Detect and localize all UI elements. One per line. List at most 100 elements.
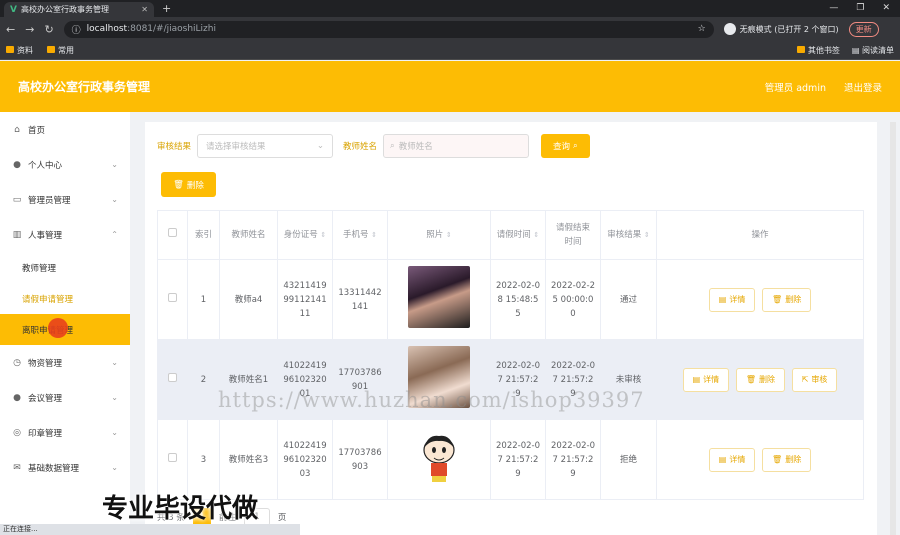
reading-list-icon: ▤ <box>851 45 862 55</box>
row-checkbox[interactable] <box>168 452 177 462</box>
app-header: 高校办公室行政事务管理 管理员 admin 退出登录 <box>0 61 900 112</box>
meeting-icon: ● <box>13 392 21 403</box>
forward-icon[interactable]: → <box>25 23 34 36</box>
sidebar-item-basic-data[interactable]: ✉ 基础数据管理 ⌄ <box>0 450 130 485</box>
box-icon: ◷ <box>13 357 21 368</box>
teacher-name-label: 教师姓名 <box>343 142 378 152</box>
sidebar-item-admins[interactable]: ▭ 管理员管理 ⌄ <box>0 182 130 217</box>
cell-index: 1 <box>187 259 220 340</box>
cell-leave-start: 2022-02-08 15:48:55 <box>490 259 546 340</box>
chevron-up-icon: ⌃ <box>111 230 118 239</box>
teacher-name-input[interactable]: ⌕ 教师姓名 <box>383 134 530 158</box>
bookmark-folder-1[interactable]: 资料 <box>6 45 33 56</box>
leave-table: 索引 教师姓名 身份证号 ⇕ 手机号 ⇕ 照片 ⇕ 请假时间 ⇕ 请假结束时间 … <box>157 210 864 500</box>
header-photo[interactable]: 照片 ⇕ <box>387 210 491 260</box>
submenu-teachers[interactable]: 教师管理 <box>0 252 130 283</box>
delete-button[interactable]: 🗑 删除 <box>762 447 812 472</box>
sidebar-item-home[interactable]: ⌂ 首页 <box>0 112 130 147</box>
submenu-leave-requests[interactable]: 请假申请管理 <box>0 283 130 314</box>
row-checkbox[interactable] <box>168 372 177 382</box>
vue-logo-icon: V <box>10 4 17 15</box>
restore-icon[interactable]: ❐ <box>856 3 864 13</box>
sidebar-item-personnel[interactable]: ▥ 人事管理 ⌃ <box>0 217 130 252</box>
browser-tab[interactable]: V 高校办公室行政事务管理 ✕ <box>4 2 154 17</box>
header-leave-start[interactable]: 请假时间 ⇕ <box>490 210 546 260</box>
result-select[interactable]: 请选择审核结果 ⌄ <box>197 134 334 158</box>
back-icon[interactable]: ← <box>6 23 15 36</box>
reload-icon[interactable]: ↻ <box>44 23 53 36</box>
chevron-down-icon: ⌄ <box>111 195 118 204</box>
detail-button[interactable]: ▤ 详情 <box>708 447 756 472</box>
row-checkbox-cell <box>157 259 188 340</box>
header-actions: 操作 <box>656 210 864 260</box>
query-button[interactable]: 查询 ⌕ <box>541 134 590 158</box>
address-bar: ← → ↻ ⓘ localhost:8081/#/jiaoshiLizhi ☆ … <box>0 17 900 41</box>
delete-button[interactable]: 🗑 删除 <box>762 287 812 312</box>
cell-name: 教师a4 <box>219 259 278 340</box>
info-icon[interactable]: ⓘ <box>72 23 81 36</box>
teacher-photo <box>408 266 470 328</box>
chart-icon: ▥ <box>12 229 22 240</box>
delete-button[interactable]: 🗑 删除 <box>735 367 785 392</box>
row-checkbox[interactable] <box>168 292 177 302</box>
data-icon: ✉ <box>13 462 21 473</box>
new-tab-icon[interactable]: + <box>162 2 171 15</box>
cell-phone: 13311442141 <box>332 259 388 340</box>
incognito-label: 无痕模式 (已打开 2 个窗口) <box>739 24 839 34</box>
seal-icon: ◎ <box>13 427 21 438</box>
user-icon: ● <box>13 159 21 170</box>
sidebar-item-meetings[interactable]: ● 会议管理 ⌄ <box>0 380 130 415</box>
incognito-indicator[interactable]: 无痕模式 (已打开 2 个窗口) <box>723 23 839 35</box>
url-input[interactable]: ⓘ localhost:8081/#/jiaoshiLizhi ☆ <box>63 20 714 38</box>
sort-icon: ⇕ <box>371 231 378 239</box>
folder-icon <box>6 45 14 53</box>
select-all-checkbox[interactable] <box>168 228 177 237</box>
cell-idcard: 432114199911214111 <box>277 259 333 340</box>
reading-list[interactable]: ▤ 阅读清单 <box>852 45 894 56</box>
sidebar-item-seals[interactable]: ◎ 印章管理 ⌄ <box>0 415 130 450</box>
cell-actions: ▤ 详情 🗑 删除 <box>656 419 864 500</box>
header-phone[interactable]: 手机号 ⇕ <box>332 210 388 260</box>
browser-tab-title: 高校办公室行政事务管理 <box>20 5 109 14</box>
trash-icon: 🗑 <box>772 294 783 304</box>
cell-photo <box>387 259 491 340</box>
table-row: 3 教师姓名3 410224199610232003 17703786903 2… <box>157 419 864 500</box>
scrollbar[interactable] <box>890 122 896 535</box>
header-result[interactable]: 审核结果 ⇕ <box>600 210 657 260</box>
audit-button[interactable]: ⇱ 审核 <box>791 367 838 392</box>
header-name[interactable]: 教师姓名 <box>219 210 278 260</box>
chevron-down-icon: ⌄ <box>316 141 325 151</box>
browser-tabbar: V 高校办公室行政事务管理 ✕ + — ❐ ✕ <box>0 0 900 17</box>
result-label: 审核结果 <box>157 142 192 152</box>
cell-actions: ▤ 详情 🗑 删除 ⇱ 审核 <box>656 339 864 420</box>
sidebar-item-materials[interactable]: ◷ 物资管理 ⌄ <box>0 345 130 380</box>
url-path: :8081/#/jiaoshiLizhi <box>127 24 216 34</box>
bookmark-star-icon[interactable]: ☆ <box>698 24 706 34</box>
folder-icon <box>796 45 805 53</box>
cell-photo <box>387 419 491 500</box>
update-button[interactable]: 更新 <box>848 21 879 37</box>
sidebar-item-profile[interactable]: ● 个人中心 ⌄ <box>0 147 130 182</box>
logout-link[interactable]: 退出登录 <box>844 80 882 94</box>
search-icon: ⌕ <box>573 141 578 151</box>
cell-idcard: 410224199610232003 <box>277 419 333 500</box>
sort-icon: ⇕ <box>533 231 540 239</box>
minimize-icon[interactable]: — <box>829 3 838 13</box>
close-window-icon[interactable]: ✕ <box>882 3 890 13</box>
bookmark-folder-2[interactable]: 常用 <box>47 45 74 56</box>
close-tab-icon[interactable]: ✕ <box>141 5 148 14</box>
click-indicator <box>48 318 68 338</box>
header-leave-end[interactable]: 请假结束时间 <box>545 210 601 260</box>
sort-icon: ⇕ <box>445 231 452 239</box>
chevron-down-icon: ⌄ <box>111 160 118 169</box>
header-idcard[interactable]: 身份证号 ⇕ <box>277 210 333 260</box>
search-row: 审核结果 请选择审核结果 ⌄ 教师姓名 ⌕ 教师姓名 查询 ⌕ <box>157 134 590 158</box>
sort-icon: ⇕ <box>643 231 650 239</box>
home-icon: ⌂ <box>14 124 20 135</box>
cell-leave-start: 2022-02-07 21:57:29 <box>490 419 546 500</box>
other-bookmarks[interactable]: 其他书签 <box>796 45 840 56</box>
detail-button[interactable]: ▤ 详情 <box>708 287 756 312</box>
batch-delete-button[interactable]: 🗑 删除 <box>161 172 216 197</box>
cell-result: 通过 <box>600 259 657 340</box>
detail-button[interactable]: ▤ 详情 <box>682 367 730 392</box>
